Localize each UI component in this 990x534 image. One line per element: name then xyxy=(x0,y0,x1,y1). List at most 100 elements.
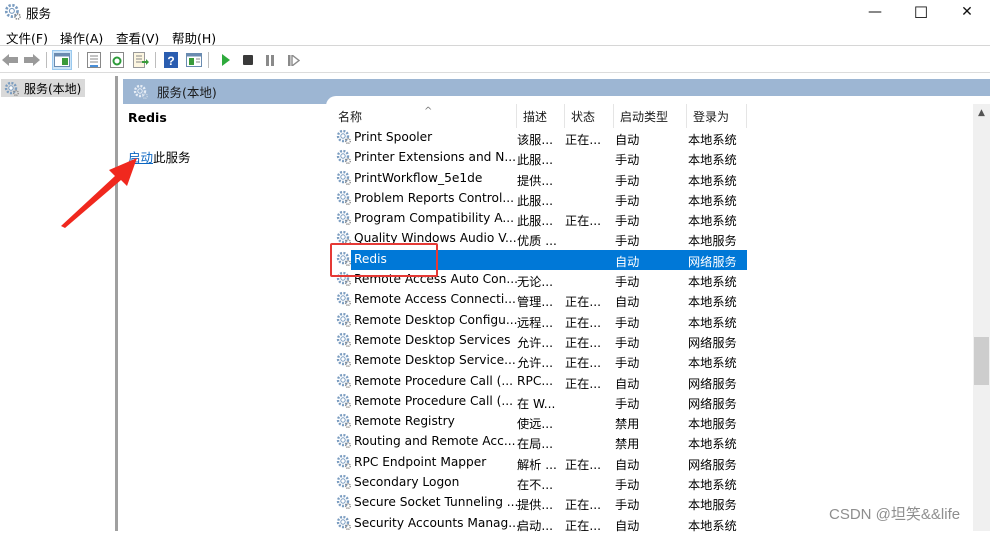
table-row-selected[interactable]: Redis 自动 网络服务 xyxy=(332,249,952,270)
services-pane: 服务(本地) Redis 启动此服务 名称 ^ 描述 状态 启动类型 登录为 P… xyxy=(123,76,990,534)
tree-item-services-local[interactable]: 服务(本地) xyxy=(1,79,86,97)
service-gear-icon xyxy=(336,291,352,307)
column-header-startup-type[interactable]: 启动类型 xyxy=(614,104,687,128)
service-gear-icon xyxy=(336,515,352,531)
properties-button[interactable] xyxy=(84,50,104,70)
forward-button[interactable] xyxy=(22,50,42,70)
table-row[interactable]: Remote Registry 使远... 禁用 本地服务 xyxy=(332,412,952,432)
pause-service-button[interactable] xyxy=(260,50,280,70)
red-arrow-annotation xyxy=(61,158,137,228)
table-row[interactable]: Program Compatibility A... 此服... 正在... 手动 本地… xyxy=(332,209,952,229)
table-row[interactable]: RPC Endpoint Mapper 解析 ... 正在... 自动 网络服务 xyxy=(332,453,952,473)
table-row[interactable]: Secondary Logon 在不... 手动 本地系统 xyxy=(332,473,952,493)
cell-description: 允许... xyxy=(517,356,553,371)
menu-help[interactable]: 帮助(H) xyxy=(172,28,216,47)
cell-name: Remote Access Auto Con... xyxy=(336,271,518,287)
pause-service-icon xyxy=(266,54,274,66)
service-name: Remote Procedure Call (... xyxy=(354,373,514,388)
table-row[interactable]: Remote Desktop Services 允许... 正在... 手动 网络服务 xyxy=(332,331,952,351)
service-name: Remote Registry xyxy=(354,414,455,429)
table-row[interactable]: Remote Access Connecti... 管理... 正在... 自动 本地系… xyxy=(332,290,952,310)
cell-name: Print Spooler xyxy=(336,129,432,145)
cell-logon-as: 网络服务 xyxy=(688,335,737,350)
cell-startup-type: 手动 xyxy=(615,315,640,330)
cell-name: Printer Extensions and N... xyxy=(336,149,516,165)
start-service-button[interactable] xyxy=(216,50,236,70)
cell-status: 正在... xyxy=(565,315,601,330)
column-header-status[interactable]: 状态 xyxy=(565,104,614,128)
cell-startup-type: 手动 xyxy=(615,234,640,249)
pane-header-title: 服务(本地) xyxy=(157,85,217,100)
table-row[interactable]: Printer Extensions and N... 此服... 手动 本地系统 xyxy=(332,148,952,168)
table-row[interactable]: Quality Windows Audio V... 优质 ... 手动 本地服务 xyxy=(332,229,952,249)
vertical-scrollbar[interactable]: ▲ xyxy=(973,104,990,531)
service-name: Print Spooler xyxy=(354,130,433,144)
cell-logon-as: 网络服务 xyxy=(688,376,737,391)
service-gear-icon xyxy=(336,271,352,287)
cell-name: Remote Access Connecti... xyxy=(336,291,516,307)
cell-logon-as: 网络服务 xyxy=(688,457,737,472)
cell-startup-type: 手动 xyxy=(615,335,640,350)
selected-service-name: Redis xyxy=(128,110,167,125)
cell-status: 正在... xyxy=(565,457,601,472)
table-row[interactable]: Remote Procedure Call (... 在 W... 手动 网络服务 xyxy=(332,392,952,412)
cell-description: 该服... xyxy=(517,133,553,147)
service-gear-icon xyxy=(336,454,352,470)
scroll-up-button[interactable]: ▲ xyxy=(973,104,990,121)
table-row[interactable]: PrintWorkflow_5e1de 提供... 手动 本地系统 xyxy=(332,169,952,189)
services-gear-icon xyxy=(4,81,19,96)
service-name: Remote Access Auto Con... xyxy=(354,272,518,287)
back-button[interactable] xyxy=(0,50,20,70)
cell-logon-as: 网络服务 xyxy=(688,396,737,411)
show-action-pane-button[interactable] xyxy=(184,50,204,70)
service-gear-icon xyxy=(336,352,352,368)
service-name: Secure Socket Tunneling ... xyxy=(354,495,519,510)
table-row[interactable]: Remote Desktop Configu... 远程... 正在... 手动 本地系… xyxy=(332,311,952,331)
services-gear-icon xyxy=(4,3,22,24)
cell-logon-as: 本地系统 xyxy=(688,295,737,310)
column-header-name[interactable]: 名称 ^ xyxy=(332,104,517,128)
resume-service-button[interactable] xyxy=(284,50,304,70)
service-name: PrintWorkflow_5e1de xyxy=(354,170,483,185)
cell-description: 提供... xyxy=(517,173,553,188)
export-list-button[interactable] xyxy=(131,50,151,70)
cell-startup-type: 禁用 xyxy=(615,437,640,452)
services-table-body: Print Spooler 该服... 正在... 自动 本地系统 Printer Ext… xyxy=(332,128,952,534)
title-bar: 服务 — ☐ ✕ xyxy=(0,0,990,24)
service-gear-icon xyxy=(336,251,352,267)
maximize-button[interactable]: ☐ xyxy=(898,0,944,24)
menu-file[interactable]: 文件(F) xyxy=(6,28,48,47)
minimize-button[interactable]: — xyxy=(852,0,898,24)
service-name: Printer Extensions and N... xyxy=(354,150,517,165)
stop-service-button[interactable] xyxy=(238,50,258,70)
table-row[interactable]: Remote Access Auto Con... 无论... 手动 本地系统 xyxy=(332,270,952,290)
table-row[interactable]: Problem Reports Control... 此服... 手动 本地系统 xyxy=(332,189,952,209)
tree-item-label: 服务(本地) xyxy=(24,82,82,96)
help-button[interactable]: ? xyxy=(161,50,181,70)
cell-name: Remote Registry xyxy=(336,413,455,429)
cell-description: 允许... xyxy=(517,335,553,350)
column-header-description[interactable]: 描述 xyxy=(517,104,565,128)
cell-status: 正在... xyxy=(565,295,601,310)
cell-startup-type: 手动 xyxy=(615,356,640,371)
table-row[interactable]: Print Spooler 该服... 正在... 自动 本地系统 xyxy=(332,128,952,148)
table-row[interactable]: Remote Desktop Service... 允许... 正在... 手动 本地系… xyxy=(332,351,952,371)
service-gear-icon xyxy=(336,190,352,206)
show-hide-console-tree-button[interactable] xyxy=(52,50,72,70)
cell-description: 此服... xyxy=(517,214,553,229)
cell-description: 无论... xyxy=(517,275,553,290)
close-button[interactable]: ✕ xyxy=(944,0,990,24)
cell-logon-as: 本地服务 xyxy=(688,234,737,249)
table-row[interactable]: Routing and Remote Acc... 在局... 禁用 本地系统 xyxy=(332,432,952,452)
service-name: RPC Endpoint Mapper xyxy=(354,454,487,469)
column-header-logon-as[interactable]: 登录为 xyxy=(687,104,747,128)
scrollbar-thumb[interactable] xyxy=(974,337,989,385)
menu-view[interactable]: 查看(V) xyxy=(116,28,159,47)
table-row[interactable]: Remote Procedure Call (... RPC... 正在... 自动 网… xyxy=(332,372,952,392)
back-icon xyxy=(2,54,18,66)
service-gear-icon xyxy=(336,149,352,165)
service-gear-icon xyxy=(336,129,352,145)
menu-bar: 文件(F) 操作(A) 查看(V) 帮助(H) xyxy=(0,26,990,46)
menu-action[interactable]: 操作(A) xyxy=(60,28,103,47)
refresh-button[interactable] xyxy=(107,50,127,70)
